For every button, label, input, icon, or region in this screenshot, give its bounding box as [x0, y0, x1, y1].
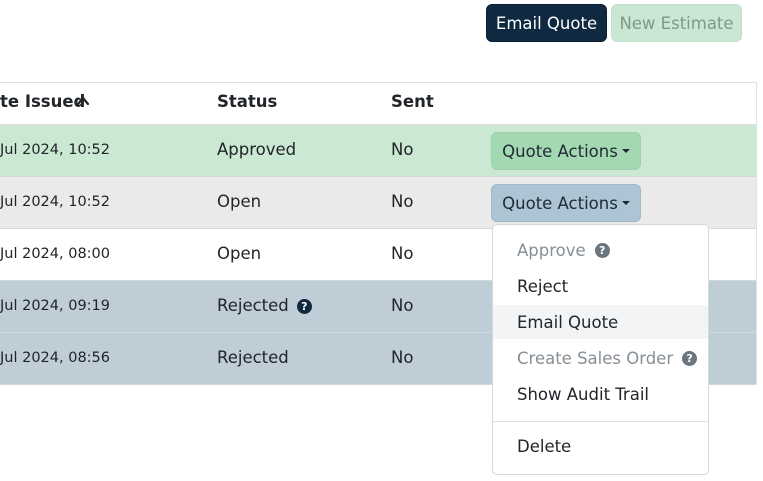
menu-item-show-audit-trail[interactable]: Show Audit Trail [493, 377, 708, 411]
help-icon[interactable]: ? [682, 350, 698, 366]
sent-cell: No [391, 348, 414, 367]
quote-actions-dropdown-menu: Approve ? Reject Email Quote Create Sale… [492, 224, 709, 475]
menu-item-approve[interactable]: Approve ? [493, 233, 708, 267]
date-issued-cell: Jul 2024, 09:19 [0, 298, 111, 314]
sent-cell: No [391, 140, 414, 159]
quote-actions-label: Quote Actions [502, 193, 618, 213]
status-cell: Open [217, 192, 262, 211]
caret-down-icon [621, 201, 630, 205]
date-issued-cell: Jul 2024, 10:52 [0, 194, 111, 210]
quote-actions-label: Quote Actions [502, 141, 618, 161]
status-cell: Rejected [217, 348, 289, 367]
header-status[interactable]: Status [217, 92, 277, 111]
sent-cell: No [391, 192, 414, 211]
menu-divider [493, 421, 708, 422]
menu-item-delete[interactable]: Delete [493, 429, 708, 463]
menu-item-reject[interactable]: Reject [493, 269, 708, 303]
table-row[interactable]: Jul 2024, 10:52 Approved No Quote Action… [0, 125, 756, 177]
quote-actions-button[interactable]: Quote Actions [491, 184, 641, 222]
menu-item-label: Create Sales Order [517, 348, 674, 368]
header-date-issued[interactable]: te Issued [0, 92, 85, 111]
date-issued-cell: Jul 2024, 08:56 [0, 350, 111, 366]
caret-down-icon [621, 149, 630, 153]
date-issued-cell: Jul 2024, 08:00 [0, 246, 111, 262]
menu-item-label: Reject [517, 276, 569, 296]
new-estimate-button[interactable]: New Estimate [611, 4, 742, 42]
menu-item-label: Show Audit Trail [517, 384, 649, 404]
menu-item-label: Delete [517, 436, 572, 456]
menu-item-label: Approve [517, 240, 586, 260]
menu-item-email-quote[interactable]: Email Quote [493, 305, 708, 339]
sent-cell: No [391, 296, 414, 315]
header-sent[interactable]: Sent [391, 92, 434, 111]
table-header: te Issued Status Sent [0, 83, 756, 125]
chevron-up-icon[interactable] [76, 94, 90, 108]
status-cell: Approved [217, 140, 297, 159]
menu-item-create-sales-order[interactable]: Create Sales Order ? [493, 341, 708, 375]
date-issued-cell: Jul 2024, 10:52 [0, 142, 111, 158]
sent-cell: No [391, 244, 414, 263]
help-icon[interactable]: ? [296, 299, 312, 314]
status-cell: Rejected? [217, 296, 312, 315]
table-row[interactable]: Jul 2024, 10:52 Open No Quote Actions [0, 177, 756, 229]
email-quote-button[interactable]: Email Quote [486, 4, 607, 42]
quote-actions-button[interactable]: Quote Actions [491, 132, 641, 170]
status-text: Rejected [217, 296, 289, 315]
menu-item-label: Email Quote [517, 312, 619, 332]
status-cell: Open [217, 244, 262, 263]
help-icon[interactable]: ? [594, 242, 610, 258]
